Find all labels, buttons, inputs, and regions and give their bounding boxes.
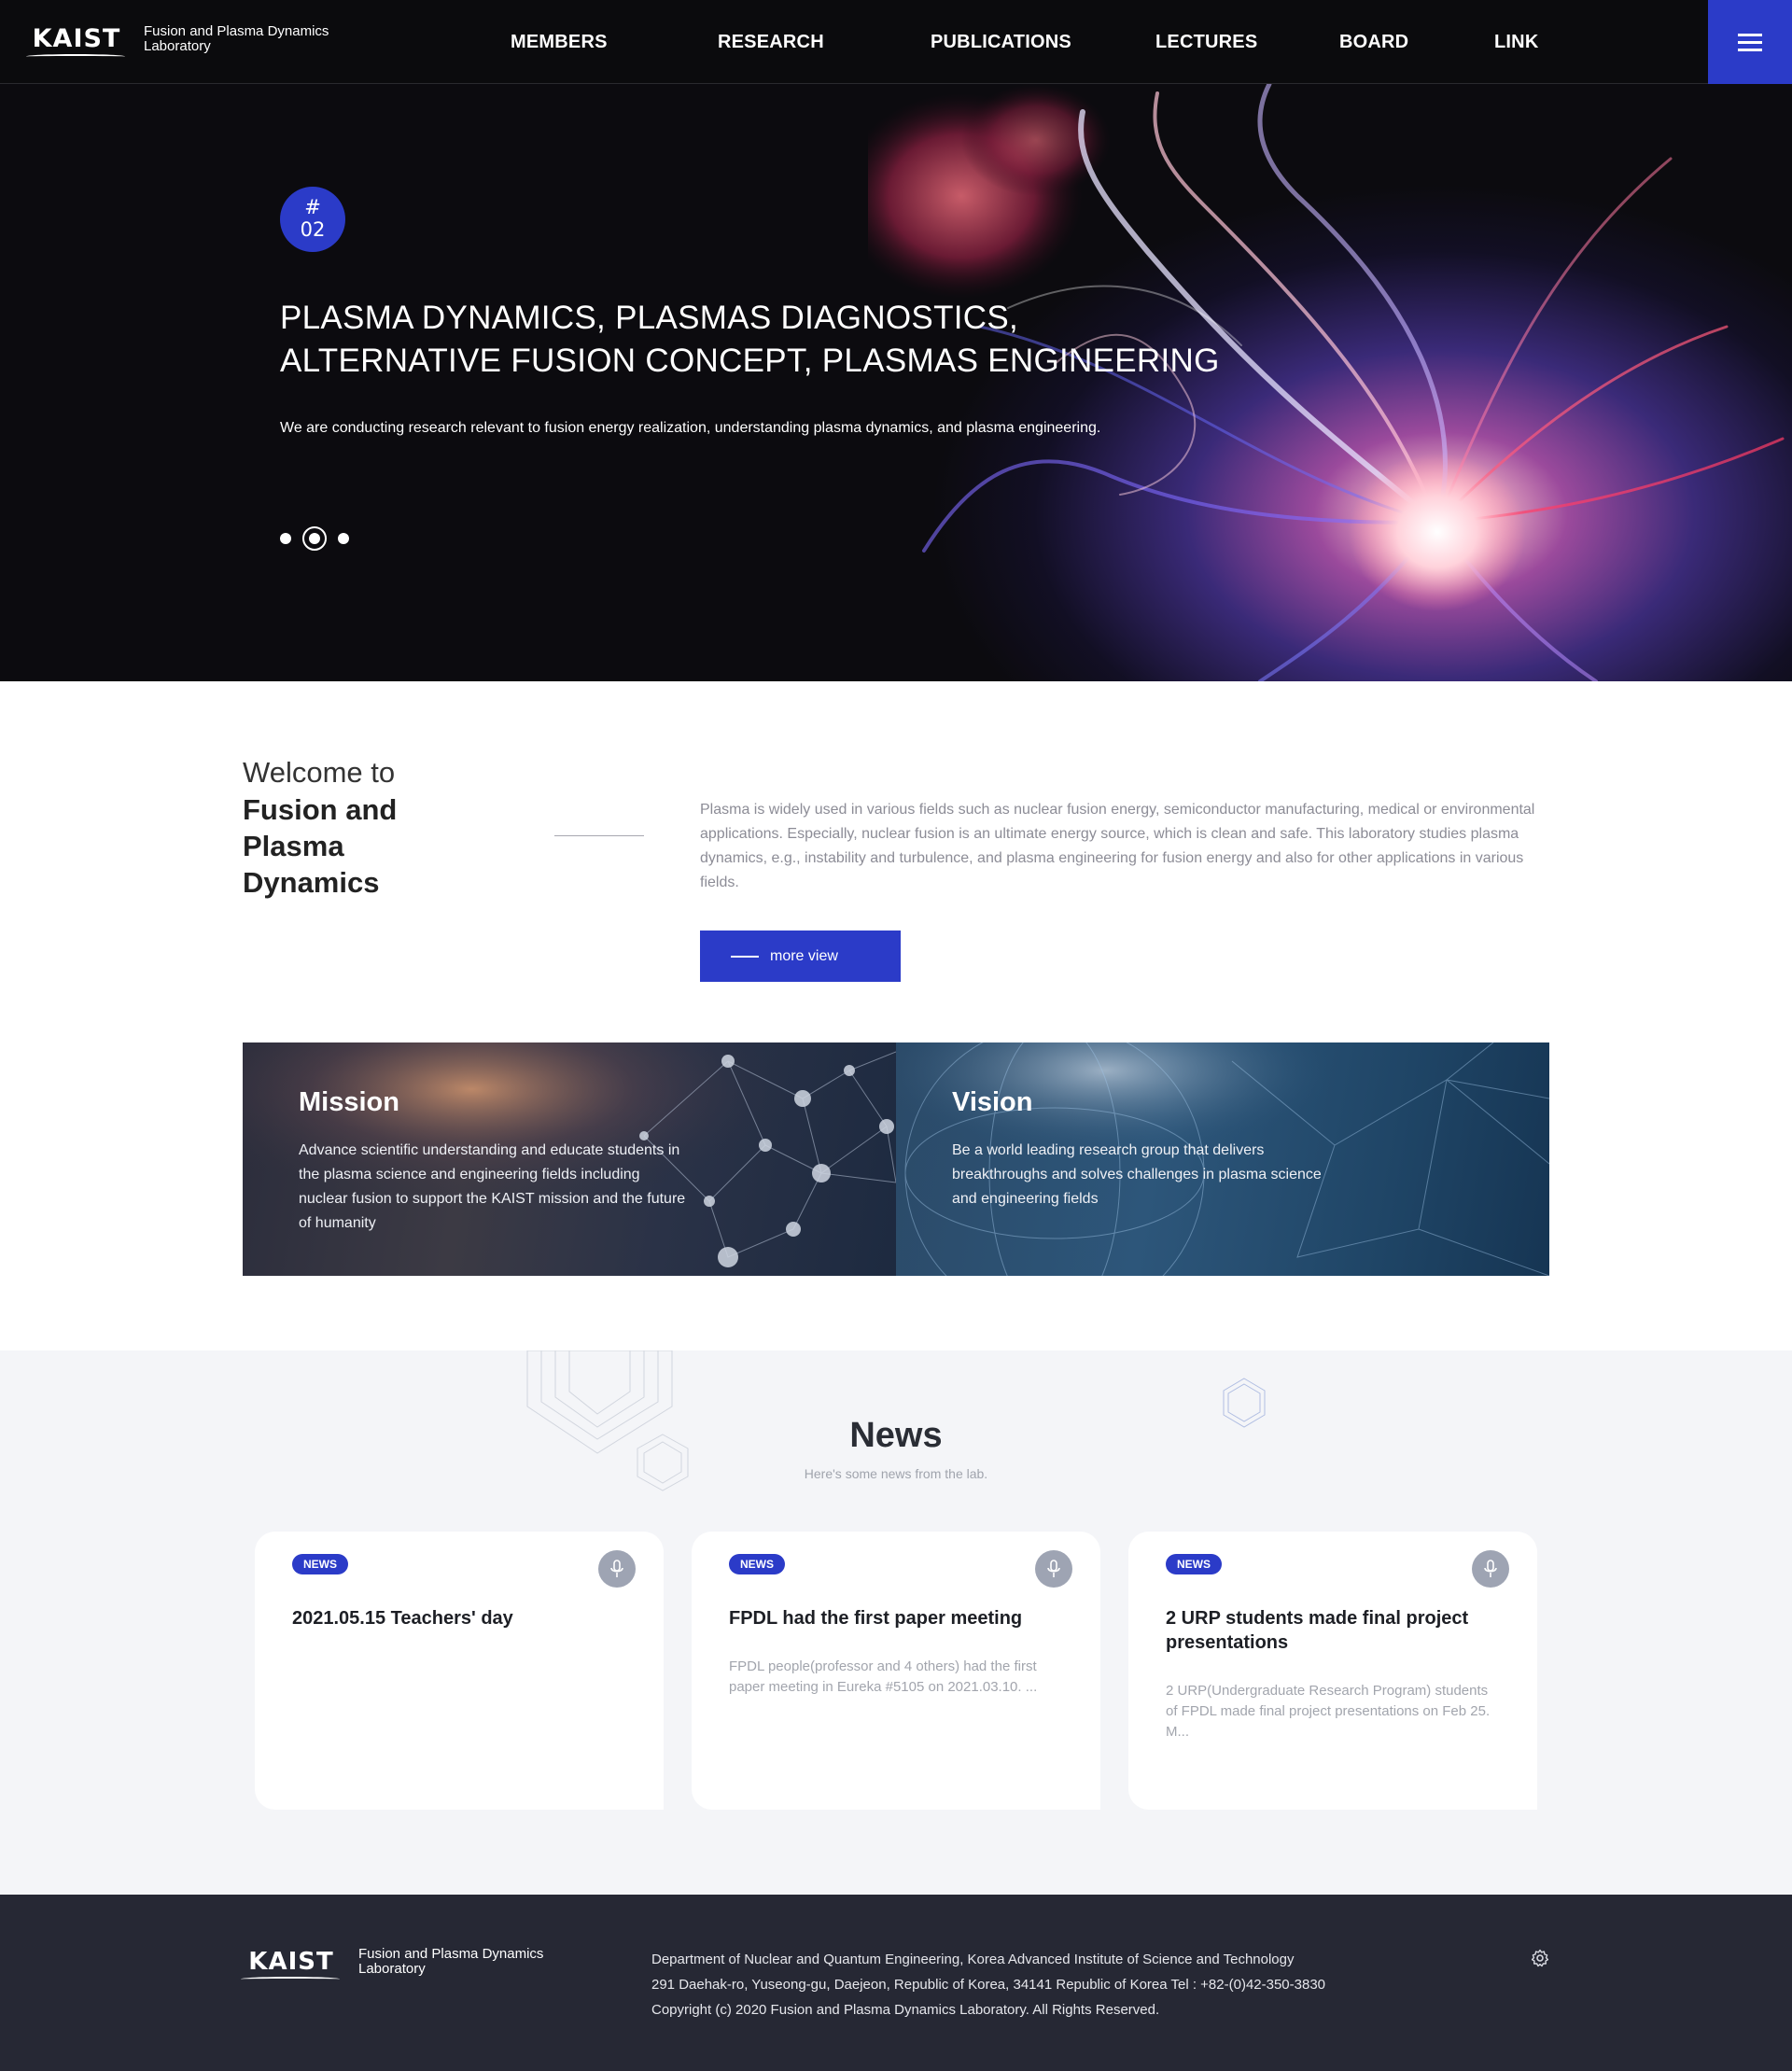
welcome-name-line1: Fusion and (243, 793, 398, 826)
microphone-icon (598, 1550, 636, 1588)
nav-link[interactable]: LINK (1494, 32, 1538, 53)
nav-lectures[interactable]: LECTURES (1155, 32, 1257, 53)
news-card-title: 2021.05.15 Teachers' day (292, 1608, 513, 1629)
more-view-label: more view (770, 947, 838, 964)
hamburger-icon-bar (1738, 40, 1762, 44)
nav-research[interactable]: RESEARCH (718, 32, 824, 53)
footer-logo-swoosh (241, 1977, 340, 1981)
hero-slider: # 02 PLASMA DYNAMICS, PLASMAS DIAGNOSTIC… (0, 84, 1792, 681)
microphone-icon-svg (1484, 1560, 1497, 1577)
logo-swoosh (26, 54, 125, 59)
gear-icon[interactable] (1531, 1949, 1549, 1967)
news-card-title: FPDL had the first paper meeting (729, 1608, 1023, 1629)
footer-lab-name: Fusion and Plasma Dynamics Laboratory (358, 1947, 554, 1977)
footer-address: Department of Nuclear and Quantum Engine… (651, 1947, 1325, 2022)
welcome-name-line3: Dynamics (243, 866, 380, 899)
news-tag: NEWS (292, 1554, 348, 1574)
microphone-icon-svg (610, 1560, 623, 1577)
microphone-icon (1035, 1550, 1072, 1588)
news-card-3[interactable]: NEWS 2 URP students made final project p… (1128, 1532, 1537, 1810)
welcome-name-line2: Plasma (243, 830, 344, 862)
welcome-pretitle: Welcome to (243, 756, 396, 789)
badge-hash: # (304, 196, 321, 218)
footer-address-line2: 291 Daehak-ro, Yuseong-gu, Daejeon, Repu… (651, 1977, 1326, 1993)
hero-title-line1: PLASMA DYNAMICS, PLASMAS DIAGNOSTICS, (280, 300, 1019, 336)
nav-members[interactable]: MEMBERS (511, 32, 608, 53)
slide-dot-1[interactable] (280, 533, 291, 544)
plasma-ball-image (868, 84, 1792, 681)
vision-card: Vision Be a world leading research group… (896, 1042, 1549, 1276)
site-header: KAIST Fusion and Plasma Dynamics Laborat… (0, 0, 1792, 84)
news-tag: NEWS (729, 1554, 785, 1574)
kaist-logo-word: KAIST (26, 26, 125, 56)
news-section: News Here's some news from the lab. NEWS… (0, 1350, 1792, 1895)
vision-title: Vision (952, 1087, 1033, 1117)
news-tag: NEWS (1166, 1554, 1222, 1574)
footer-lab-name-line1: Fusion and Plasma Dynamics (358, 1946, 544, 1962)
vision-text: Be a world leading research group that d… (952, 1142, 1322, 1207)
news-subtitle: Here's some news from the lab. (804, 1466, 988, 1481)
hero-title: PLASMA DYNAMICS, PLASMAS DIAGNOSTICS, AL… (280, 297, 1307, 383)
slide-dot-2-active[interactable] (302, 526, 327, 551)
footer-lab-name-line2: Laboratory (358, 1961, 426, 1977)
hamburger-icon-bar (1738, 48, 1762, 51)
microphone-icon-svg (1047, 1560, 1060, 1577)
hero-description: We are conducting research relevant to f… (280, 420, 1101, 436)
hamburger-icon (1738, 33, 1762, 36)
lab-name: Fusion and Plasma Dynamics Laboratory (144, 24, 340, 54)
welcome-text: Plasma is widely used in various fields … (700, 802, 1535, 890)
slider-pagination (280, 526, 360, 551)
nav-publications[interactable]: PUBLICATIONS (931, 32, 1071, 53)
footer-address-line1: Department of Nuclear and Quantum Engine… (651, 1952, 1295, 1967)
more-view-button[interactable]: more view (700, 931, 901, 982)
footer-copyright: Copyright (c) 2020 Fusion and Plasma Dyn… (651, 2002, 1160, 2018)
lab-name-line2: Laboratory (144, 38, 211, 54)
nav-board[interactable]: BOARD (1339, 32, 1408, 53)
lab-name-line1: Fusion and Plasma Dynamics (144, 23, 329, 39)
badge-number: 02 (300, 218, 326, 241)
news-card-1[interactable]: NEWS 2021.05.15 Teachers' day (255, 1532, 664, 1810)
site-footer: KAIST Fusion and Plasma Dynamics Laborat… (0, 1895, 1792, 2071)
news-card-excerpt: FPDL people(professor and 4 others) had … (729, 1658, 1038, 1695)
welcome-divider (554, 835, 644, 836)
dash-icon (731, 955, 759, 958)
footer-kaist-logo-word: KAIST (241, 1949, 340, 1979)
hamburger-menu-button[interactable] (1708, 0, 1792, 84)
microphone-icon (1472, 1550, 1509, 1588)
footer-logo[interactable]: KAIST Fusion and Plasma Dynamics Laborat… (241, 1947, 554, 1979)
news-card-2[interactable]: NEWS FPDL had the first paper meeting FP… (692, 1532, 1100, 1810)
mission-title: Mission (299, 1087, 399, 1117)
news-card-excerpt: 2 URP(Undergraduate Research Program) st… (1166, 1683, 1491, 1740)
mission-text: Advance scientific understanding and edu… (299, 1142, 686, 1231)
hero-title-line2: ALTERNATIVE FUSION CONCEPT, PLASMAS ENGI… (280, 343, 1220, 379)
welcome-heading: Welcome to Fusion and Plasma Dynamics (243, 754, 485, 901)
site-logo[interactable]: KAIST Fusion and Plasma Dynamics Laborat… (26, 24, 340, 56)
mission-card: Mission Advance scientific understanding… (243, 1042, 896, 1276)
slide-number-badge: # 02 (280, 187, 345, 252)
slide-dot-3[interactable] (338, 533, 349, 544)
news-title: News (849, 1416, 943, 1455)
news-card-title: 2 URP students made final project presen… (1166, 1608, 1469, 1653)
